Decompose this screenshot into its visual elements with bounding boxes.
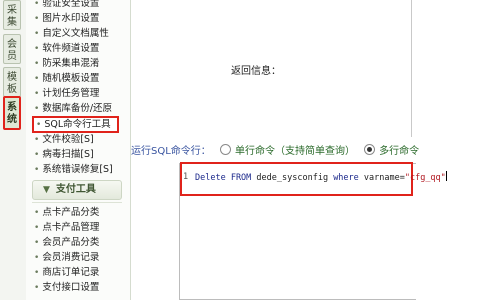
menu-item-label: 会员产品分类	[42, 237, 100, 248]
bullet-icon: •	[34, 165, 40, 175]
menu-item[interactable]: • 图片水印设置	[34, 12, 99, 25]
chevron-down-icon: ▼	[43, 185, 50, 195]
menu-item-label: 计划任务管理	[42, 88, 100, 99]
bullet-icon: •	[34, 283, 40, 293]
menu-item[interactable]: • 商店订单记录	[34, 266, 99, 279]
return-info-label: 返回信息：	[231, 66, 281, 77]
sql-code: Delete FROM dede_sysconfig where varname…	[195, 171, 447, 183]
sql-string: "cfg_qq"	[404, 173, 446, 183]
menu-item[interactable]: • 软件频道设置	[34, 42, 99, 55]
bullet-icon: •	[34, 14, 40, 24]
menu-item-label: 随机模板设置	[42, 73, 100, 84]
menu-item-label: 支付接口设置	[42, 282, 100, 293]
tab-xitong[interactable]: 系统	[3, 96, 21, 130]
single-line-label[interactable]: 单行命令（支持简单查询）	[235, 146, 355, 157]
menu-item[interactable]: • 点卡产品管理	[34, 221, 99, 234]
menu-item[interactable]: • 文件校验[S]	[34, 133, 94, 146]
menu-item-label: 软件频道设置	[42, 43, 100, 54]
sql-table: dede_sysconfig	[251, 173, 334, 183]
menu-item-label: 防采集串混淆	[42, 58, 100, 69]
line-number: 1	[183, 172, 189, 182]
bullet-icon: •	[34, 104, 40, 114]
bullet-icon: •	[34, 29, 40, 39]
sql-keyword: Delete FROM	[195, 173, 252, 183]
group-header-payment[interactable]: ▼ 支付工具	[32, 180, 122, 200]
tab-caiji-label: 采集	[7, 5, 17, 28]
sql-mode-bar: 运行SQL命令行： 单行命令（支持简单查询） 多行命令	[131, 144, 480, 158]
menu-item[interactable]: • 会员产品分类	[34, 236, 99, 249]
main-content: 返回信息： 运行SQL命令行： 单行命令（支持简单查询） 多行命令 1 Dele…	[131, 0, 480, 300]
sql-keyword: where	[333, 173, 359, 183]
menu-item-label: 数据库备份/还原	[42, 103, 113, 114]
menu-item[interactable]: • 病毒扫描[S]	[34, 148, 94, 161]
menu-item-label: 自定义文档属性	[42, 28, 109, 39]
menu-item[interactable]: • 点卡产品分类	[34, 206, 99, 219]
menu-item-label: SQL命令行工具	[44, 119, 111, 130]
multi-line-radio[interactable]	[364, 144, 376, 155]
bullet-icon: •	[34, 253, 40, 263]
menu-item[interactable]: • 会员消费记录	[34, 251, 99, 264]
menu-item-label: 病毒扫描[S]	[42, 149, 94, 160]
sql-field: varname=	[358, 173, 405, 183]
menu-item-sql-tool[interactable]: • SQL命令行工具	[32, 116, 119, 133]
menu-item-label: 会员消费记录	[42, 252, 100, 263]
menu-item[interactable]: • 系统错误修复[S]	[34, 163, 113, 176]
tab-xitong-label: 系统	[7, 102, 17, 125]
menu-item[interactable]: • 防采集串混淆	[34, 57, 99, 70]
bullet-icon: •	[34, 208, 40, 218]
menu-item-label: 点卡产品管理	[42, 222, 100, 233]
group-title: 支付工具	[55, 184, 96, 195]
tab-muban-label: 模板	[7, 72, 17, 95]
menu-item[interactable]: • 验证安全设置	[34, 0, 99, 10]
bullet-icon: •	[34, 135, 40, 145]
menu-item[interactable]: • 数据库备份/还原	[34, 102, 112, 115]
menu-item[interactable]: • 支付接口设置	[34, 281, 99, 294]
tab-muban[interactable]: 模板	[3, 67, 21, 97]
vertical-tab-strip: 采集 会员 模板 系统	[0, 0, 27, 300]
bullet-icon: •	[34, 59, 40, 69]
side-menu: • 验证安全设置 • 图片水印设置 • 自定义文档属性 • 软件频道设置 • 防采集串混淆…	[26, 0, 131, 300]
bullet-icon: •	[34, 44, 40, 54]
sql-mode-label: 运行SQL命令行：	[131, 146, 211, 157]
bullet-icon: •	[34, 238, 40, 248]
text-cursor	[445, 171, 447, 181]
bullet-icon: •	[36, 120, 42, 130]
menu-item-label: 文件校验[S]	[42, 134, 94, 145]
bullet-icon: •	[34, 0, 40, 9]
multi-line-label[interactable]: 多行命令	[379, 146, 419, 157]
bullet-icon: •	[34, 268, 40, 278]
bullet-icon: •	[34, 74, 40, 84]
bullet-icon: •	[34, 89, 40, 99]
tab-caiji[interactable]: 采集	[3, 0, 21, 30]
result-pane: 返回信息：	[131, 0, 412, 137]
single-line-radio[interactable]	[219, 144, 231, 155]
divider	[32, 202, 122, 203]
menu-item-label: 图片水印设置	[42, 13, 100, 24]
bullet-icon: •	[34, 150, 40, 160]
menu-item[interactable]: • 计划任务管理	[34, 87, 99, 100]
menu-item-label: 验证安全设置	[42, 0, 100, 9]
tab-huiyuan-label: 会员	[7, 39, 17, 62]
menu-item-label: 点卡产品分类	[42, 207, 100, 218]
tab-huiyuan[interactable]: 会员	[3, 34, 21, 64]
bullet-icon: •	[34, 223, 40, 233]
menu-item[interactable]: • 自定义文档属性	[34, 27, 109, 40]
menu-item-label: 系统错误修复[S]	[42, 164, 113, 175]
menu-item[interactable]: • 随机模板设置	[34, 72, 99, 85]
menu-item-label: 商店订单记录	[42, 267, 100, 278]
